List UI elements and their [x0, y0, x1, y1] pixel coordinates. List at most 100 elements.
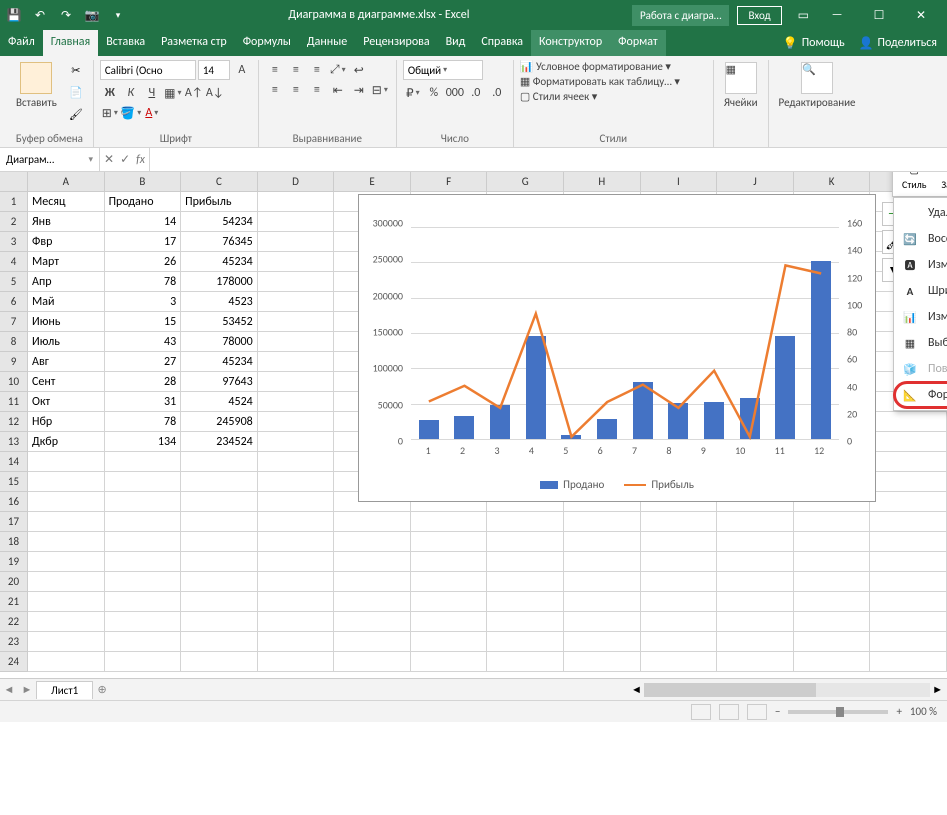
percent-button[interactable]: %: [424, 83, 444, 103]
close-button[interactable]: ✕: [901, 0, 941, 30]
column-header[interactable]: H: [564, 172, 641, 192]
cell[interactable]: [717, 652, 794, 672]
cell[interactable]: [870, 532, 947, 552]
chart-legend[interactable]: Продано Прибыль: [359, 478, 875, 491]
cell[interactable]: [564, 512, 641, 532]
save-icon[interactable]: 💾: [6, 7, 22, 23]
cell[interactable]: [794, 532, 871, 552]
cell[interactable]: 28: [105, 372, 182, 392]
cell[interactable]: [105, 552, 182, 572]
cell[interactable]: Июль: [28, 332, 105, 352]
cell[interactable]: 26: [105, 252, 182, 272]
cell[interactable]: [334, 632, 411, 652]
cell[interactable]: [717, 632, 794, 652]
cell[interactable]: [641, 632, 718, 652]
cell[interactable]: [105, 512, 182, 532]
cell[interactable]: [487, 632, 564, 652]
cell[interactable]: [487, 592, 564, 612]
cell[interactable]: [181, 492, 258, 512]
cell[interactable]: [105, 572, 182, 592]
cell[interactable]: [181, 472, 258, 492]
cell[interactable]: [870, 512, 947, 532]
cell[interactable]: [105, 492, 182, 512]
cell[interactable]: Нбр: [28, 412, 105, 432]
row-header[interactable]: 14: [0, 452, 28, 472]
row-header[interactable]: 23: [0, 632, 28, 652]
cell[interactable]: [334, 572, 411, 592]
cell[interactable]: [258, 192, 335, 212]
cell[interactable]: [105, 592, 182, 612]
cell[interactable]: [28, 632, 105, 652]
cell[interactable]: [641, 512, 718, 532]
cell[interactable]: Апр: [28, 272, 105, 292]
cell[interactable]: [870, 472, 947, 492]
cell[interactable]: [411, 652, 488, 672]
cell[interactable]: [258, 512, 335, 532]
enter-formula-icon[interactable]: ✓: [120, 152, 130, 167]
share-button[interactable]: 👤 Поделиться: [859, 36, 937, 51]
cell[interactable]: [28, 652, 105, 672]
cell[interactable]: [487, 512, 564, 532]
cell[interactable]: [411, 592, 488, 612]
ctx-change-chart-type[interactable]: 📊Изменить тип диаграммы…: [894, 304, 947, 330]
cell[interactable]: [105, 452, 182, 472]
cell[interactable]: [105, 612, 182, 632]
borders-dd[interactable]: ⊞: [100, 103, 120, 123]
cell[interactable]: 245908: [181, 412, 258, 432]
cell[interactable]: Сент: [28, 372, 105, 392]
cell[interactable]: [181, 592, 258, 612]
cell[interactable]: 53452: [181, 312, 258, 332]
cell[interactable]: [411, 532, 488, 552]
cell[interactable]: [258, 372, 335, 392]
tab-page-layout[interactable]: Разметка стр: [153, 30, 235, 56]
cell[interactable]: [258, 352, 335, 372]
cell[interactable]: [28, 532, 105, 552]
tell-me[interactable]: 💡 Помощь: [783, 36, 845, 51]
row-header[interactable]: 24: [0, 652, 28, 672]
camera-icon[interactable]: 📷: [84, 7, 100, 23]
row-header[interactable]: 17: [0, 512, 28, 532]
ctx-edit-text[interactable]: 🅰Изменить текст: [894, 252, 947, 278]
cell[interactable]: 54234: [181, 212, 258, 232]
cell[interactable]: [794, 572, 871, 592]
row-header[interactable]: 19: [0, 552, 28, 572]
cell[interactable]: [105, 632, 182, 652]
cell[interactable]: [258, 392, 335, 412]
cell[interactable]: [258, 312, 335, 332]
row-header[interactable]: 10: [0, 372, 28, 392]
cell[interactable]: [717, 552, 794, 572]
cell[interactable]: 15: [105, 312, 182, 332]
cell[interactable]: [258, 592, 335, 612]
cell[interactable]: [181, 572, 258, 592]
row-header[interactable]: 2: [0, 212, 28, 232]
cell[interactable]: [411, 612, 488, 632]
wrap-text[interactable]: ↩: [349, 60, 369, 80]
tab-insert[interactable]: Вставка: [98, 30, 153, 56]
normal-view-button[interactable]: [691, 704, 711, 720]
tab-chart-format[interactable]: Формат: [610, 30, 665, 56]
tab-formulas[interactable]: Формулы: [235, 30, 299, 56]
align-top[interactable]: ≡: [265, 60, 285, 80]
orientation[interactable]: ⤢: [328, 60, 348, 80]
cell[interactable]: Окт: [28, 392, 105, 412]
cell[interactable]: [794, 612, 871, 632]
row-header[interactable]: 7: [0, 312, 28, 332]
fill-color-button[interactable]: 🪣: [121, 103, 141, 123]
cell[interactable]: [28, 572, 105, 592]
cell[interactable]: 43: [105, 332, 182, 352]
cell[interactable]: [641, 532, 718, 552]
column-header[interactable]: D: [258, 172, 335, 192]
maximize-button[interactable]: ☐: [859, 0, 899, 30]
cell[interactable]: [258, 492, 335, 512]
zoom-level[interactable]: 100 %: [910, 705, 937, 718]
ctx-reset-style[interactable]: 🔄Восстановить стиль: [894, 226, 947, 252]
cell[interactable]: [487, 552, 564, 572]
cell[interactable]: [105, 652, 182, 672]
cell[interactable]: [181, 552, 258, 572]
column-header[interactable]: E: [334, 172, 411, 192]
cell[interactable]: 3: [105, 292, 182, 312]
cell[interactable]: [258, 432, 335, 452]
ctx-font[interactable]: АШрифт…: [894, 278, 947, 304]
cell[interactable]: [258, 272, 335, 292]
dec-decimal[interactable]: .0: [487, 83, 507, 103]
